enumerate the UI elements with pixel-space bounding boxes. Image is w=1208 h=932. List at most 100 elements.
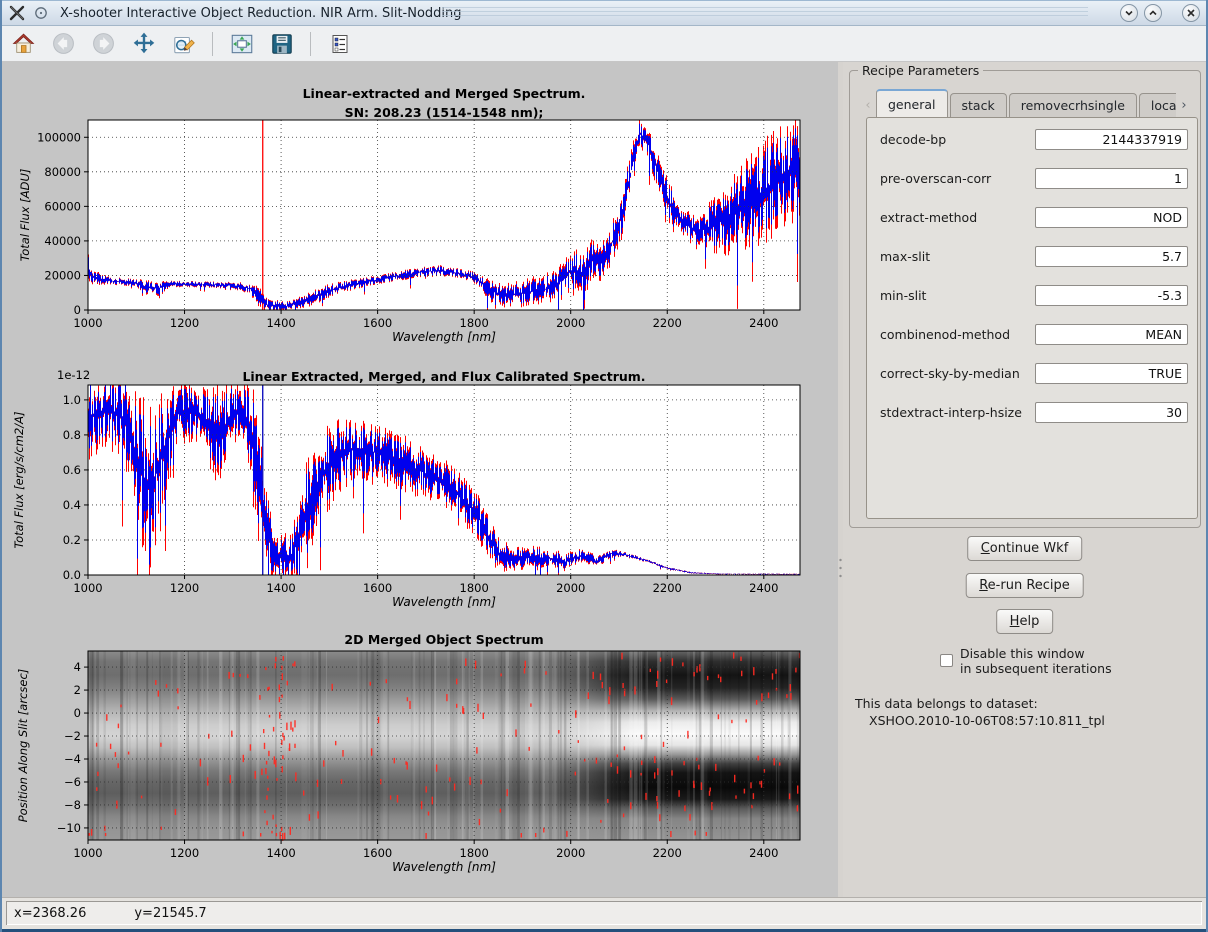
maximize-button[interactable] (1144, 4, 1162, 22)
x-tick-label: 1800 (460, 581, 489, 595)
tab-scroll-left-button[interactable]: ‹ (860, 94, 876, 116)
group-title: Recipe Parameters (858, 63, 983, 78)
param-label: min-slit (880, 285, 926, 306)
y-tick-label: 0.2 (63, 533, 81, 547)
y-tick-label: 100000 (37, 130, 81, 144)
param-input-decode-bp[interactable] (1035, 129, 1188, 150)
tab-content-general: decode-bppre-overscan-corrextract-method… (866, 117, 1198, 519)
y-tick-label: 20000 (44, 268, 81, 282)
param-input-stdextract-interp-hsize[interactable] (1035, 402, 1188, 423)
forward-button (90, 30, 117, 57)
pan-move-icon (131, 31, 157, 57)
param-label: combinenod-method (880, 324, 1010, 345)
status-bar: x=2368.26 y=21545.7 (2, 897, 1206, 929)
plot3-title: 2D Merged Object Spectrum (88, 630, 800, 649)
x-tick-label: 2400 (749, 581, 778, 595)
x-tick-label: 1600 (363, 846, 392, 860)
tab-localize[interactable]: localize (1139, 93, 1176, 117)
app-window: X-shooter Interactive Object Reduction. … (0, 0, 1208, 932)
x-tick-label: 2400 (749, 316, 778, 330)
x-shooter-app-icon (9, 5, 25, 21)
tab-bar: ‹ generalstackremovecrhsinglelocalize › (860, 89, 1192, 117)
param-input-max-slit[interactable] (1035, 246, 1188, 267)
disable-window-row: Disable this window in subsequent iterat… (940, 646, 1112, 676)
param-row-correct-sky-by-median: correct-sky-by-median (880, 363, 1188, 384)
param-input-combinenod-method[interactable] (1035, 324, 1188, 345)
figure-panel[interactable]: Linear-extracted and Merged Spectrum. SN… (2, 62, 840, 897)
plot2-offset-label: 1e-12 (57, 368, 90, 382)
plot2-title: Linear Extracted, Merged, and Flux Calib… (88, 367, 800, 386)
x-tick-label: 1600 (363, 316, 392, 330)
plot3-xlabel: Wavelength [nm] (88, 860, 800, 874)
help-button[interactable]: Help (996, 609, 1054, 634)
param-row-decode-bp: decode-bp (880, 129, 1188, 150)
minimize-button[interactable] (1120, 4, 1138, 22)
param-label: decode-bp (880, 129, 946, 150)
y-tick-label: −4 (64, 752, 81, 766)
y-axis-label: Position Along Slit [arcsec] (16, 669, 30, 823)
param-input-pre-overscan-corr[interactable] (1035, 168, 1188, 189)
param-row-extract-method: extract-method (880, 207, 1188, 228)
recipe-parameters-group: Recipe Parameters ‹ generalstackremovecr… (849, 70, 1201, 528)
param-input-correct-sky-by-median[interactable] (1035, 363, 1188, 384)
x-tick-label: 1000 (73, 846, 102, 860)
plot1-xlabel: Wavelength [nm] (88, 330, 800, 344)
y-tick-label: −10 (57, 821, 81, 835)
y-tick-label: 0 (74, 706, 81, 720)
disable-window-checkbox[interactable] (940, 654, 953, 667)
configure-subplots-icon (229, 31, 255, 57)
x-tick-label: 1400 (266, 316, 295, 330)
x-tick-label: 1400 (266, 581, 295, 595)
x-tick-label: 1400 (266, 846, 295, 860)
save-button[interactable] (268, 30, 295, 57)
customize-button[interactable] (326, 30, 353, 57)
y-tick-label: −8 (64, 798, 81, 812)
param-label: correct-sky-by-median (880, 363, 1020, 384)
titlebar: X-shooter Interactive Object Reduction. … (2, 1, 1206, 26)
continue-wkf-button[interactable]: Continue Wkf (967, 536, 1083, 561)
re-run-recipe-button[interactable]: Re-run Recipe (965, 573, 1084, 598)
app-menu-button[interactable] (8, 4, 26, 22)
zoom-button[interactable] (170, 30, 197, 57)
customize-options-icon (328, 32, 352, 56)
x-tick-label: 1800 (460, 846, 489, 860)
back-arrow-icon (51, 31, 76, 56)
home-button[interactable] (10, 30, 37, 57)
toolbar-separator (212, 32, 213, 56)
tab-scroll-right-button[interactable]: › (1176, 94, 1192, 116)
sticky-button[interactable] (32, 4, 50, 22)
pin-icon (34, 6, 48, 20)
tab-removecrhsingle[interactable]: removecrhsingle (1009, 93, 1137, 117)
x-tick-label: 2400 (749, 846, 778, 860)
cursor-x: x=2368.26 (14, 906, 86, 921)
pan-button[interactable] (130, 30, 157, 57)
plot-2-canvas: 100012001400160018002000220024000.00.20.… (2, 381, 840, 617)
x-tick-label: 1200 (170, 846, 199, 860)
y-tick-label: 1.0 (63, 393, 81, 407)
tab-stack[interactable]: stack (950, 93, 1007, 117)
recipe-panel: Recipe Parameters ‹ generalstackremovecr… (843, 62, 1206, 897)
close-button[interactable] (1182, 4, 1200, 22)
x-tick-label: 2200 (653, 581, 682, 595)
y-tick-label: 80000 (44, 165, 81, 179)
cursor-position-field: x=2368.26 y=21545.7 (6, 901, 1202, 925)
splitter-handle-dots (839, 556, 842, 578)
param-label: stdextract-interp-hsize (880, 402, 1022, 423)
y-tick-label: 0.6 (63, 463, 81, 477)
param-input-min-slit[interactable] (1035, 285, 1188, 306)
y-tick-label: −2 (64, 729, 81, 743)
x-tick-label: 2000 (556, 581, 585, 595)
x-tick-label: 1000 (73, 316, 102, 330)
y-axis-label: Total Flux [erg/s/cm2/A] (12, 411, 26, 548)
zoom-rect-icon (171, 31, 197, 57)
dataset-info: This data belongs to dataset: XSHOO.2010… (855, 695, 1105, 729)
home-icon (11, 31, 36, 56)
y-tick-label: −6 (64, 775, 81, 789)
tab-general[interactable]: general (876, 89, 948, 117)
configure-subplots-button[interactable] (228, 30, 255, 57)
param-input-extract-method[interactable] (1035, 207, 1188, 228)
x-tick-label: 1600 (363, 581, 392, 595)
x-tick-label: 2200 (653, 846, 682, 860)
y-tick-label: 60000 (44, 199, 81, 213)
y-tick-label: 0.4 (63, 498, 81, 512)
